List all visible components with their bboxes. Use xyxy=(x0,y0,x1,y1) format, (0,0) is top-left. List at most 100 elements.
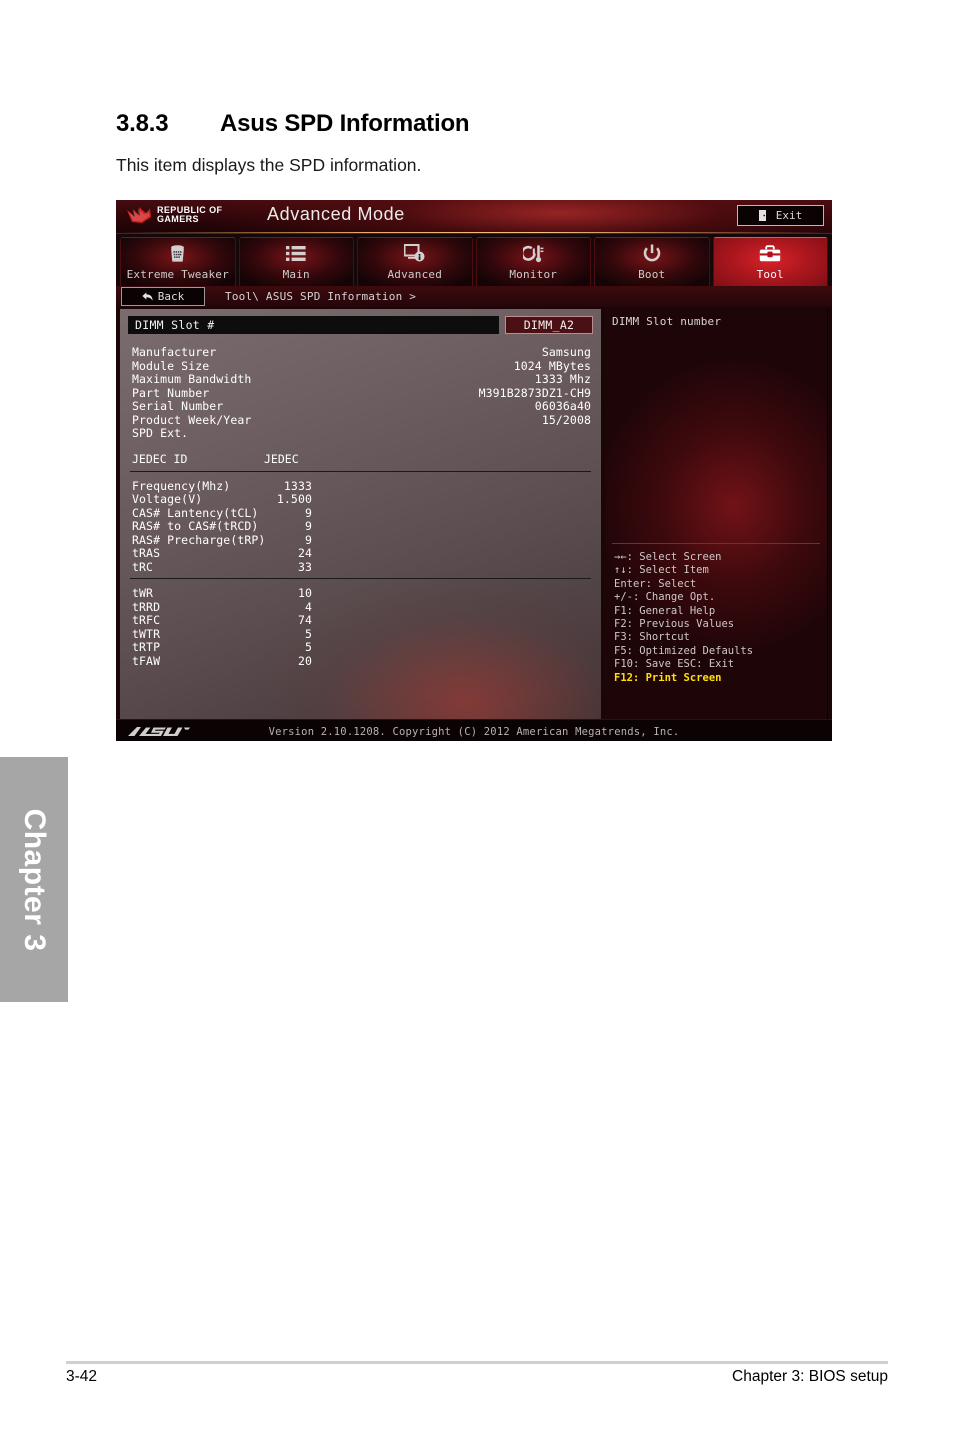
exit-door-icon xyxy=(758,210,766,221)
bios-footer: Version 2.10.1208. Copyright (C) 2012 Am… xyxy=(116,719,832,741)
timing-key: RAS# Precharge(tRP) xyxy=(132,532,266,547)
shortcut-item: Enter: Select xyxy=(614,577,697,590)
info-value: 1024 MBytes xyxy=(513,358,591,373)
breadcrumb-path: Tool\ ASUS SPD Information > xyxy=(225,290,417,303)
module-info-list: Manufacturer Samsung Module Size 1024 MB… xyxy=(128,345,593,440)
timing-key: CAS# Lantency(tCL) xyxy=(132,505,259,520)
help-description: DIMM Slot number xyxy=(612,315,722,328)
info-key: SPD Ext. xyxy=(132,426,189,440)
tab-monitor-label: Monitor xyxy=(509,268,558,281)
tab-main-label: Main xyxy=(282,268,310,281)
shortcut-item: F10: Save ESC: Exit xyxy=(614,658,735,671)
list-item: Frequency(Mhz) 1333 xyxy=(128,479,593,493)
info-key: Serial Number xyxy=(132,399,224,413)
section-title: Asus SPD Information xyxy=(220,110,470,137)
timing-value: 20 xyxy=(297,653,312,668)
divider xyxy=(130,578,591,579)
list-item: tRTP 5 xyxy=(128,640,593,654)
list-item: Voltage(V) 1.500 xyxy=(128,492,593,506)
rog-logo: REPUBLIC OF GAMERS xyxy=(126,205,222,225)
section-number: 3.8.3 xyxy=(116,110,169,137)
shortcut-item: F5: Optimized Defaults xyxy=(614,644,754,657)
tab-tool-label: Tool xyxy=(756,268,784,281)
page-title: 3.8.3 Asus SPD Information xyxy=(116,110,470,138)
secondary-timings-list: tWR 10 tRRD 4 tRFC 74 tWTR 5 tRTP 5 tFAW… xyxy=(128,586,593,668)
jedec-id-value: JEDEC xyxy=(264,451,299,466)
timing-key: tRFC xyxy=(132,613,161,627)
info-value: 06036a40 xyxy=(534,399,591,413)
timing-key: tRC xyxy=(132,559,154,574)
timing-value: 1.500 xyxy=(276,492,312,506)
keyboard-shortcuts-list: →←: Select Screen ↑↓: Select Item Enter:… xyxy=(614,551,821,685)
bios-version-text: Version 2.10.1208. Copyright (C) 2012 Am… xyxy=(268,725,680,738)
back-arrow-icon xyxy=(142,292,153,301)
shortcut-item: F2: Previous Values xyxy=(614,618,735,631)
timing-value: 9 xyxy=(304,519,312,533)
list-item: RAS# Precharge(tRP) 9 xyxy=(128,533,593,547)
timing-value: 1333 xyxy=(283,478,312,493)
tab-extreme-tweaker[interactable]: Extreme Tweaker xyxy=(120,237,236,286)
divider xyxy=(130,470,591,472)
info-value: M391B2873DZ1-CH9 xyxy=(478,385,591,400)
shortcut-item: F3: Shortcut xyxy=(614,631,690,644)
timing-key: tRAS xyxy=(132,546,161,560)
list-item: tWR 10 xyxy=(128,586,593,600)
tab-main[interactable]: Main xyxy=(238,237,354,286)
bios-banner: REPUBLIC OF GAMERS Advanced Mode Exit xyxy=(116,200,832,234)
footer-chapter-label: Chapter 3: BIOS setup xyxy=(732,1368,888,1385)
list-item: CAS# Lantency(tCL) 9 xyxy=(128,506,593,520)
rog-eye-icon xyxy=(127,207,151,223)
bios-body: DIMM Slot # DIMM_A2 Manufacturer Samsung… xyxy=(116,307,832,719)
bios-tab-strip: Extreme Tweaker Main Advanced Monitor Bo… xyxy=(116,234,832,286)
list-item: tRFC 74 xyxy=(128,613,593,627)
back-button-label: Back xyxy=(157,290,185,303)
help-panel: DIMM Slot number →←: Select Screen ↑↓: S… xyxy=(605,309,828,719)
info-value: 1333 Mhz xyxy=(534,372,591,386)
list-item: tRC 33 xyxy=(128,560,593,574)
jedec-id-label: JEDEC ID xyxy=(132,451,188,466)
section-intro-text: This item displays the SPD information. xyxy=(116,155,422,175)
dimm-slot-row[interactable]: DIMM Slot # DIMM_A2 xyxy=(128,316,593,334)
timing-value: 4 xyxy=(304,599,312,614)
timing-value: 10 xyxy=(297,586,312,600)
list-item: RAS# to CAS#(tRCD) 9 xyxy=(128,519,593,533)
list-item: Part Number M391B2873DZ1-CH9 xyxy=(128,386,593,400)
dimm-slot-value[interactable]: DIMM_A2 xyxy=(505,316,593,334)
timing-key: Frequency(Mhz) xyxy=(132,478,231,493)
list-item: Module Size 1024 MBytes xyxy=(128,359,593,373)
list-item: Manufacturer Samsung xyxy=(128,345,593,359)
toolbox-icon xyxy=(759,243,781,264)
spd-info-panel: DIMM Slot # DIMM_A2 Manufacturer Samsung… xyxy=(120,309,601,719)
timing-key: RAS# to CAS#(tRCD) xyxy=(132,519,259,533)
timing-value: 74 xyxy=(297,613,312,627)
shortcut-item: F1: General Help xyxy=(614,604,716,617)
exit-button[interactable]: Exit xyxy=(737,205,824,226)
list-item: tRAS 24 xyxy=(128,546,593,560)
tab-monitor[interactable]: Monitor xyxy=(475,237,591,286)
rog-wordmark: REPUBLIC OF GAMERS xyxy=(157,205,222,225)
tab-boot[interactable]: Boot xyxy=(594,237,710,286)
list-item: tWTR 5 xyxy=(128,627,593,641)
timing-value: 9 xyxy=(304,505,312,520)
exit-button-label: Exit xyxy=(775,209,803,222)
breadcrumb-bar: Back Tool\ ASUS SPD Information > xyxy=(116,286,832,307)
timing-value: 5 xyxy=(304,640,312,654)
tab-advanced-label: Advanced xyxy=(387,268,443,281)
tab-tool[interactable]: Tool xyxy=(712,237,828,286)
tab-advanced[interactable]: Advanced xyxy=(357,237,473,286)
list-item: Product Week/Year 15/2008 xyxy=(128,413,593,427)
info-key: Manufacturer xyxy=(132,345,217,359)
back-button[interactable]: Back xyxy=(121,287,205,306)
list-item: tFAW 20 xyxy=(128,654,593,668)
shortcut-item: ↑↓: Select Item xyxy=(614,564,709,577)
divider xyxy=(612,543,820,544)
info-value: Samsung xyxy=(541,345,591,359)
info-key: Product Week/Year xyxy=(132,412,252,427)
timing-key: tRTP xyxy=(132,640,161,654)
timing-value: 9 xyxy=(304,532,312,547)
info-key: Part Number xyxy=(132,385,210,400)
tweaker-icon xyxy=(168,243,187,264)
monitor-info-icon xyxy=(404,243,425,264)
info-value: 15/2008 xyxy=(541,412,591,427)
timing-value: 5 xyxy=(304,626,312,641)
